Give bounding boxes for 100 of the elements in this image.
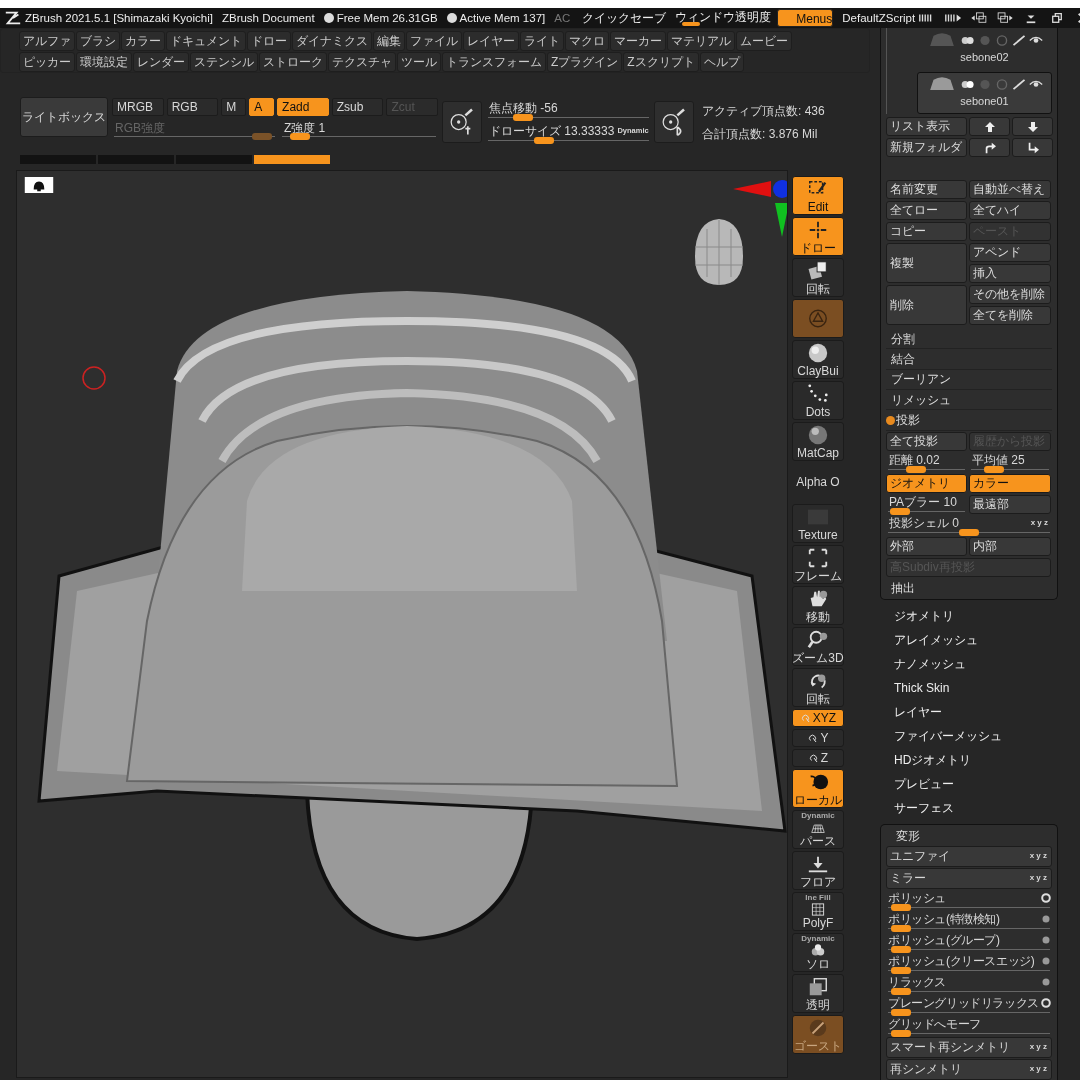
tool-section-header[interactable]: Thick Skin	[894, 676, 950, 700]
circle-toggle-icon[interactable]	[978, 34, 992, 46]
slider-thumb[interactable]	[890, 1009, 911, 1016]
menu-button[interactable]: Zプラグイン	[547, 52, 623, 72]
menu-button[interactable]: 環境設定	[76, 52, 132, 72]
distance-slider[interactable]: 距離 0.02	[886, 452, 967, 472]
menu-button[interactable]: ダイナミクス	[292, 31, 372, 51]
menu-button[interactable]: ドロー	[247, 31, 291, 51]
deformation-slider[interactable]: グリッドへモーフ	[886, 1016, 1052, 1036]
menu-button[interactable]: Zスクリプト	[623, 52, 699, 72]
focal-shift-slider[interactable]: 焦点移動 -56	[486, 101, 651, 120]
subtool-item[interactable]: sebone02	[917, 28, 1052, 70]
menu-button[interactable]: 編集	[373, 31, 405, 51]
shelf-button[interactable]: XYZ	[792, 709, 844, 727]
slider-thumb[interactable]	[890, 904, 911, 911]
slider-thumb[interactable]	[513, 114, 534, 121]
mean-slider[interactable]: 平均値 25	[969, 452, 1051, 472]
menu-button[interactable]: ドキュメント	[166, 31, 246, 51]
shelf-button[interactable]: ClayBui	[792, 340, 844, 379]
menus-button[interactable]: Menus	[777, 9, 834, 27]
shelf-button[interactable]: 回転	[792, 258, 844, 297]
slider-thumb[interactable]	[889, 507, 910, 515]
slider-thumb[interactable]	[890, 925, 911, 932]
shelf-button[interactable]: Dots	[792, 381, 844, 420]
menu-button[interactable]: マテリアル	[667, 31, 735, 51]
slider-thumb[interactable]	[959, 528, 979, 536]
deformation-slider[interactable]: ポリッシュ(クリースエッジ)	[886, 953, 1052, 973]
quick-save-button[interactable]: クイックセーブ	[579, 9, 670, 27]
new-folder-button[interactable]: 新規フォルダ	[886, 138, 967, 157]
action-button[interactable]: コピー	[886, 222, 967, 241]
deformation-button[interactable]: 再シンメトリ x y z	[886, 1059, 1052, 1080]
menu-button[interactable]: ピッカー	[19, 52, 75, 72]
action-button[interactable]: 挿入	[969, 264, 1051, 283]
circle-toggle-icon[interactable]	[961, 34, 975, 46]
project-all-button[interactable]: 全て投影	[886, 431, 967, 451]
menu-button[interactable]: マクロ	[565, 31, 609, 51]
section-header[interactable]: 分割	[886, 330, 1052, 350]
deformation-slider[interactable]: リラックス	[886, 974, 1052, 994]
menu-button[interactable]: マーカー	[610, 31, 666, 51]
action-button[interactable]: 自動並べ替え	[969, 180, 1051, 199]
menu-button[interactable]: レンダー	[133, 52, 189, 72]
deformation-button[interactable]: ユニファイ x y z	[886, 846, 1052, 867]
transparency-slider[interactable]: ウィンドウ透明度	[672, 9, 775, 27]
projection-shell-slider[interactable]: 投影シェル 0 x y z	[886, 515, 1052, 535]
section-header[interactable]: 投影	[886, 411, 1052, 431]
action-button[interactable]: 全てを削除	[969, 306, 1051, 325]
menu-button[interactable]: ファイル	[406, 31, 462, 51]
slider-thumb[interactable]	[290, 133, 311, 140]
move-down-button[interactable]	[1012, 117, 1053, 136]
shelf-button[interactable]: ローカル	[792, 769, 844, 808]
down-right-arrow-button[interactable]	[1012, 138, 1053, 157]
action-button[interactable]: 削除	[886, 285, 967, 325]
action-button[interactable]: 全てハイ	[969, 201, 1051, 220]
subtool-item[interactable]: sebone01	[917, 72, 1052, 114]
circle-toggle-icon[interactable]	[995, 34, 1009, 46]
menu-button[interactable]: ヘルプ	[699, 52, 744, 72]
menu-button[interactable]: ブラシ	[76, 31, 120, 51]
circle-toggle-icon[interactable]	[961, 78, 975, 90]
window-right-icon[interactable]	[996, 12, 1015, 24]
menu-button[interactable]: ツール	[397, 52, 441, 72]
geometry-toggle[interactable]: ジオメトリ	[886, 473, 967, 493]
tool-section-header[interactable]: ファイバーメッシュ	[894, 724, 1002, 748]
menu-button[interactable]: トランスフォーム	[442, 52, 546, 72]
slider-thumb[interactable]	[984, 465, 1005, 473]
tool-section-header[interactable]: ナノメッシュ	[894, 652, 966, 676]
action-button[interactable]: 名前変更	[886, 180, 967, 199]
turn-arrow-button[interactable]	[969, 138, 1010, 157]
action-button[interactable]: その他を削除	[969, 285, 1051, 304]
tool-section-header[interactable]: プレビュー	[894, 772, 954, 796]
channel-toggle[interactable]: A	[249, 98, 275, 116]
action-button[interactable]: 全てロー	[886, 201, 967, 220]
slider-thumb[interactable]	[890, 967, 911, 974]
bell-icon[interactable]	[23, 177, 55, 193]
tool-section-header[interactable]: サーフェス	[894, 796, 954, 820]
color-toggle[interactable]: カラー	[969, 473, 1051, 493]
action-button[interactable]: 複製	[886, 243, 967, 283]
shelf-button[interactable]: 回転	[792, 668, 844, 707]
section-header[interactable]: リメッシュ	[886, 391, 1052, 411]
section-header[interactable]: 結合	[886, 350, 1052, 370]
shelf-button[interactable]: ズーム3D	[792, 627, 844, 666]
shelf-button[interactable]: 移動	[792, 586, 844, 625]
shelf-button[interactable]: Edit	[792, 176, 844, 215]
move-up-button[interactable]	[969, 117, 1010, 136]
tool-section-header[interactable]: アレイメッシュ	[894, 628, 978, 652]
channel-toggle[interactable]: Zsub	[331, 98, 384, 116]
deformation-button[interactable]: ミラー x y z	[886, 868, 1052, 889]
menu-button[interactable]: ライト	[520, 31, 564, 51]
channel-toggle[interactable]: RGB	[166, 98, 219, 116]
list-view-button[interactable]: リスト表示	[886, 117, 967, 136]
draw-brush-button[interactable]	[654, 101, 694, 143]
pa-blur-slider[interactable]: PAブラー 10	[886, 494, 967, 514]
section-header[interactable]: ブーリアン	[886, 370, 1052, 391]
menu-button[interactable]: カラー	[121, 31, 165, 51]
channel-toggle[interactable]: M	[221, 98, 247, 116]
shelf-button[interactable]: 透明	[792, 974, 844, 1013]
shelf-button[interactable]: MatCap	[792, 422, 844, 461]
menu-button[interactable]: ムービー	[736, 31, 792, 51]
slider-thumb[interactable]	[682, 22, 701, 26]
eye-icon[interactable]	[1029, 34, 1043, 46]
deformation-slider[interactable]: ポリッシュ(特徴検知)	[886, 911, 1052, 931]
